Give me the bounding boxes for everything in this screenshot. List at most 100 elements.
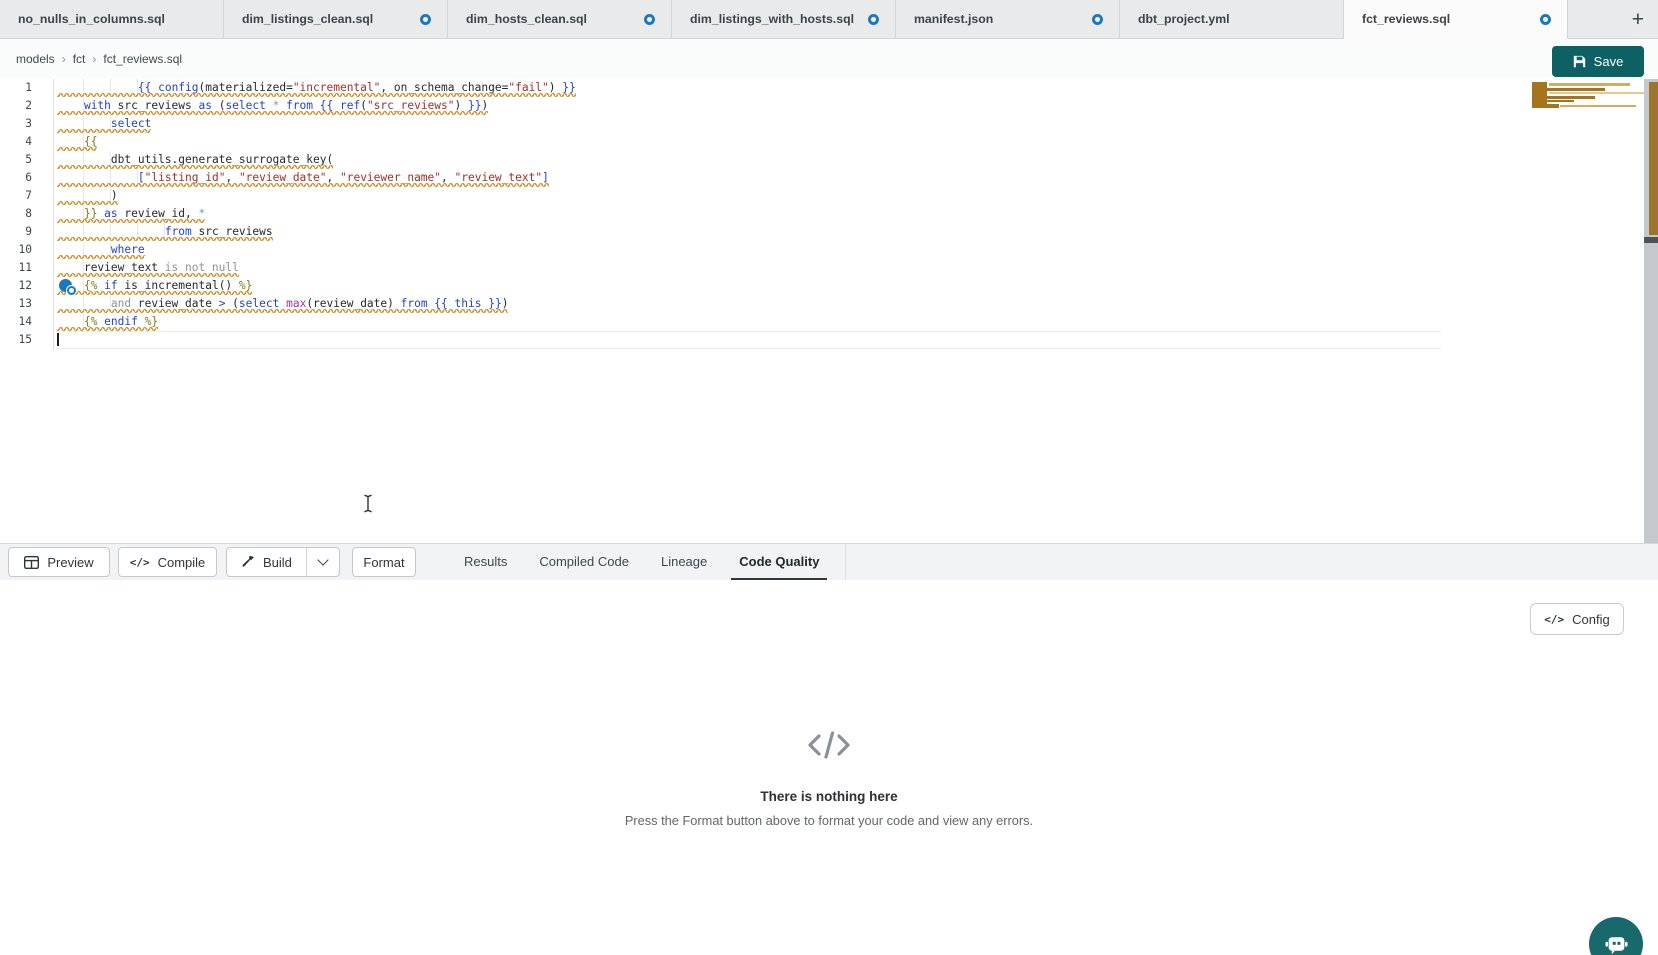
format-button[interactable]: Format	[352, 547, 416, 577]
new-tab-button[interactable]: +	[1632, 9, 1644, 30]
indent-guides	[57, 223, 165, 240]
code-token: from	[165, 225, 192, 238]
code-quality-panel: </> Config There is nothing here Press t…	[0, 580, 1658, 955]
code-editor[interactable]: 1{{ config(materialized="incremental", o…	[0, 79, 1658, 543]
config-button[interactable]: </> Config	[1530, 603, 1624, 635]
line-number: 8	[0, 205, 32, 223]
code-token: {%	[84, 315, 97, 328]
editor-tab-dim-hosts-clean-sql[interactable]: dim_hosts_clean.sql	[448, 0, 672, 38]
minimap-bar	[1549, 83, 1630, 86]
line-number: 11	[0, 259, 32, 277]
scrollbar-thumb-edge	[1644, 237, 1658, 243]
code-line-3[interactable]: 3 select	[0, 115, 1644, 133]
code-line-6[interactable]: 6["listing_id", "review_date", "reviewer…	[0, 169, 1644, 187]
code-token: (	[225, 297, 238, 310]
indent-guides	[57, 151, 111, 168]
editor-tab-dim-listings-clean-sql[interactable]: dim_listings_clean.sql	[224, 0, 448, 38]
unsaved-changes-dot	[868, 14, 879, 25]
code-line-13[interactable]: 13and review_date > (select max(review_d…	[0, 295, 1644, 313]
line-content: where	[57, 241, 145, 259]
minimap[interactable]	[1528, 79, 1644, 199]
build-options-dropdown[interactable]	[307, 548, 339, 576]
code-token: select	[239, 297, 279, 310]
config-label: Config	[1572, 612, 1610, 627]
compile-button[interactable]: </> Compile	[118, 547, 217, 577]
editor-tab-dbt-project-yml[interactable]: dbt_project.yml	[1120, 0, 1344, 38]
code-line-4[interactable]: 4{{	[0, 133, 1644, 151]
breadcrumb-item-models[interactable]: models	[16, 52, 55, 66]
quick-fix-badge	[67, 286, 76, 295]
code-token: {{	[138, 81, 158, 94]
code-line-15[interactable]: 15	[0, 331, 1644, 349]
empty-state-title: There is nothing here	[0, 789, 1658, 804]
code-token: (	[212, 99, 225, 112]
code-token: ,	[441, 171, 454, 184]
panel-tab-lineage[interactable]: Lineage	[645, 544, 723, 581]
code-line-1[interactable]: 1{{ config(materialized="incremental", o…	[0, 79, 1644, 97]
mouse-text-cursor	[362, 494, 374, 513]
code-token: src_reviews	[111, 99, 199, 112]
code-line-7[interactable]: 7)	[0, 187, 1644, 205]
code-token: config	[158, 81, 198, 94]
code-slash-icon	[807, 730, 851, 765]
save-icon	[1573, 55, 1586, 68]
editor-tab-dim-listings-with-hosts-sql[interactable]: dim_listings_with_hosts.sql	[672, 0, 896, 38]
code-token: *	[266, 99, 286, 112]
line-number: 10	[0, 241, 32, 259]
line-content: select	[57, 115, 151, 133]
tab-label: no_nulls_in_columns.sql	[18, 12, 165, 26]
chevron-down-icon	[317, 554, 328, 565]
code-line-14[interactable]: 14{% endif %}	[0, 313, 1644, 331]
code-token: "listing_id"	[145, 171, 226, 184]
breadcrumb-item-fct[interactable]: fct	[73, 52, 86, 66]
code-line-11[interactable]: 11review_text is not null	[0, 259, 1644, 277]
code-token: "incremental"	[293, 81, 381, 94]
build-button[interactable]: Build	[227, 548, 306, 576]
code-token: with	[84, 99, 111, 112]
save-button[interactable]: Save	[1552, 46, 1644, 77]
panel-tab-results[interactable]: Results	[448, 544, 523, 581]
editor-scrollbar[interactable]	[1644, 79, 1658, 543]
line-number: 3	[0, 115, 32, 133]
code-token: {{	[428, 297, 455, 310]
scrollbar-warning-marks	[1649, 82, 1658, 235]
editor-tab-fct-reviews-sql[interactable]: fct_reviews.sql	[1344, 0, 1568, 38]
panel-tab-compiled-code[interactable]: Compiled Code	[523, 544, 645, 581]
code-token: "fail"	[508, 81, 548, 94]
bottom-toolbar: Preview </> Compile Build Format Resul	[0, 543, 1658, 580]
line-number: 13	[0, 295, 32, 313]
text-caret	[57, 333, 59, 346]
minimap-bar	[1537, 104, 1559, 108]
indent-guides	[57, 241, 111, 258]
code-token: "review_text"	[455, 171, 543, 184]
code-token: )	[549, 81, 562, 94]
line-number: 5	[0, 151, 32, 169]
line-content: from src_reviews	[57, 223, 273, 241]
code-token: )	[111, 189, 118, 202]
code-line-5[interactable]: 5dbt_utils.generate_surrogate_key(	[0, 151, 1644, 169]
code-token: max	[286, 297, 306, 310]
line-content: {% endif %}	[57, 313, 158, 331]
editor-tab-no-nulls-in-columns-sql[interactable]: no_nulls_in_columns.sql	[0, 0, 224, 38]
breadcrumb-chevron-icon: ›	[92, 52, 96, 66]
code-line-12[interactable]: 12{% if is_incremental() %}	[0, 277, 1644, 295]
code-line-8[interactable]: 8}} as review_id, *	[0, 205, 1644, 223]
code-token: if	[97, 279, 117, 292]
editor-tab-manifest-json[interactable]: manifest.json	[896, 0, 1120, 38]
indent-guides	[57, 97, 84, 114]
preview-button[interactable]: Preview	[8, 547, 110, 577]
line-number: 9	[0, 223, 32, 241]
code-token: review_date	[131, 297, 219, 310]
line-content: {{	[57, 133, 97, 151]
code-line-9[interactable]: 9 from src_reviews	[0, 223, 1644, 241]
tab-label: dim_listings_clean.sql	[242, 12, 373, 26]
breadcrumb-bar: models›fct›fct_reviews.sql Save	[0, 39, 1658, 79]
line-content	[57, 331, 59, 349]
panel-tab-code-quality[interactable]: Code Quality	[723, 544, 835, 581]
code-area[interactable]: 1{{ config(materialized="incremental", o…	[0, 79, 1644, 349]
code-line-2[interactable]: 2with src_reviews as (select * from {{ r…	[0, 97, 1644, 115]
code-line-10[interactable]: 10 where	[0, 241, 1644, 259]
build-button-group: Build	[226, 547, 340, 577]
breadcrumb-item-fct-reviews-sql[interactable]: fct_reviews.sql	[103, 52, 182, 66]
quick-fix-marker-icon[interactable]	[59, 279, 72, 292]
